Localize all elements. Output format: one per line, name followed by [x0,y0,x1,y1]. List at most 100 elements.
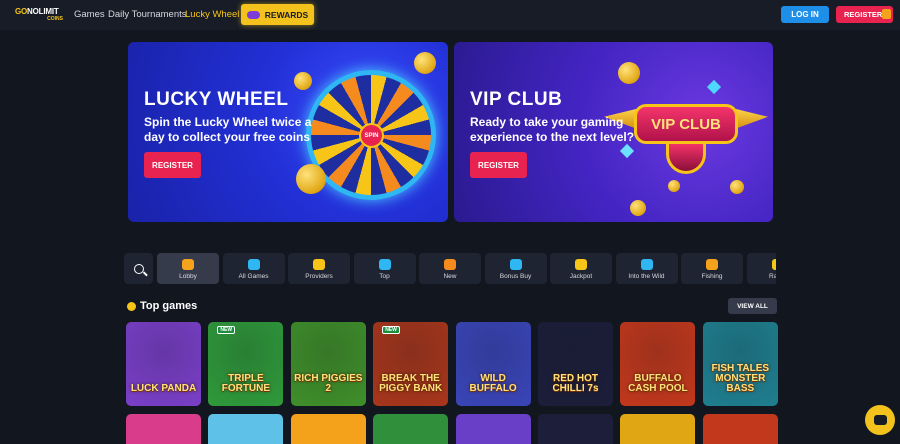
game-tile[interactable]: NEW TRIPLE FORTUNE [208,322,284,406]
fishing-icon [706,259,718,270]
coin-icon [414,52,436,74]
rapid-icon [771,259,776,270]
logo-go: GO [15,7,28,16]
rewards-button[interactable]: REWARDS [241,4,314,25]
register-label: REGISTER [844,10,883,19]
game-title: RED HOT CHILLI 7s [552,373,599,394]
top-icon [378,259,391,270]
category-label: Lobby [179,273,197,280]
banner-title: VIP CLUB [470,89,563,110]
logo-nolimit: NOLIMIT [27,7,59,16]
category-label: Into the Wild [628,273,665,280]
game-tile[interactable]: NEW BREAK THE PIGGY BANK [373,322,449,406]
nav-games[interactable]: Games [74,9,105,20]
game-tile[interactable] [290,414,366,444]
game-tile[interactable] [620,414,696,444]
game-tile[interactable]: RED HOT CHILLI 7s [538,322,613,406]
coin-icon [296,164,326,194]
game-title: BREAK THE PIGGY BANK [379,373,443,394]
view-all-button[interactable]: VIEW ALL [728,298,777,314]
vip-shield-graphic [666,140,706,174]
top-games-heading: Top games [127,300,197,312]
category-bar: Lobby All Games Providers Top New Bonus Buy Ja… [124,253,776,284]
category-jackpot[interactable]: Jackpot [550,253,612,284]
game-tile[interactable] [373,414,449,444]
banner-description: Spin the Lucky Wheel twice a day to coll… [144,115,312,144]
into-the-wild-icon [640,259,653,270]
gem-icon [706,79,722,95]
chat-button[interactable] [865,405,895,435]
category-label: Rapid [769,273,776,280]
game-tile[interactable] [538,414,613,444]
search-icon [133,263,144,274]
game-title: FISH TALES MONSTER BASS [711,363,770,394]
coin-icon [294,72,312,90]
new-badge: NEW [217,326,236,334]
register-button[interactable]: REGISTER [836,6,893,23]
coin-icon [630,200,646,216]
category-label: Fishing [701,273,723,280]
top-nav-bar: GONOLIMIT COINS Games Daily Tournaments … [0,0,900,30]
coin-icon [730,180,744,194]
category-label: New [443,273,457,280]
category-providers[interactable]: Providers [288,253,350,284]
lucky-wheel-banner[interactable]: SPIN LUCKY WHEEL Spin the Lucky Wheel tw… [128,42,448,222]
lobby-icon [182,259,194,270]
all-games-icon [247,259,260,270]
game-title: TRIPLE FORTUNE [221,373,271,394]
vip-club-badge: VIP CLUB [634,104,738,144]
game-title: RICH PIGGIES 2 [294,373,363,394]
cherry-icon [127,301,136,311]
game-tile[interactable]: BUFFALO CASH POOL [620,322,696,406]
nav-daily-tournaments[interactable]: Daily Tournaments [108,9,187,20]
game-title: WILD BUFFALO [469,373,517,394]
new-badge: NEW [382,326,400,334]
coin-icon [618,62,640,84]
game-tile[interactable] [702,414,778,444]
category-label: Jackpot [569,273,593,280]
logo-coins: COINS [47,16,63,22]
category-label: All Games [238,273,269,280]
coin-icon [668,180,680,192]
search-button[interactable] [124,253,153,284]
game-tile[interactable]: FISH TALES MONSTER BASS [702,322,778,406]
game-tile[interactable] [455,414,531,444]
login-button[interactable]: LOG IN [781,6,829,23]
category-bonus-buy[interactable]: Bonus Buy [484,253,547,284]
section-title-text: Top games [140,300,198,312]
category-rapid[interactable]: Rapid [746,253,776,284]
game-tile[interactable] [208,414,284,444]
gem-icon [619,143,635,159]
game-title: LUCK PANDA [130,383,197,394]
gamepad-icon [246,10,260,19]
rewards-label: REWARDS [264,9,309,20]
category-all-games[interactable]: All Games [222,253,285,284]
lucky-wheel-register-button[interactable]: REGISTER [144,152,201,178]
game-tile[interactable] [126,414,201,444]
category-label: Top [379,273,390,280]
site-logo[interactable]: GONOLIMIT COINS [15,7,63,23]
category-label: Bonus Buy [499,273,532,280]
category-lobby[interactable]: Lobby [157,253,219,284]
new-icon [444,259,456,270]
category-into-the-wild[interactable]: Into the Wild [615,253,678,284]
nav-lucky-wheel[interactable]: Lucky Wheel [185,9,239,20]
banner-description: Ready to take your gaming experience to … [470,115,635,144]
bonus-buy-icon [509,259,522,270]
game-tile[interactable]: WILD BUFFALO [455,322,531,406]
category-fishing[interactable]: Fishing [681,253,743,284]
banner-title: LUCKY WHEEL [144,89,289,110]
game-tile[interactable]: LUCK PANDA [126,322,201,406]
chat-icon [873,415,887,425]
jackpot-icon [575,259,587,270]
vip-club-register-button[interactable]: REGISTER [470,152,527,178]
category-label: Providers [305,273,333,280]
category-top[interactable]: Top [353,253,416,284]
game-tile[interactable]: RICH PIGGIES 2 [290,322,366,406]
wheel-spin-hub: SPIN [359,123,384,148]
gift-icon [882,9,891,19]
vip-club-banner[interactable]: VIP CLUB VIP CLUB Ready to take your gam… [454,42,773,222]
category-new[interactable]: New [419,253,481,284]
game-title: BUFFALO CASH POOL [628,373,688,394]
providers-icon [313,259,325,270]
